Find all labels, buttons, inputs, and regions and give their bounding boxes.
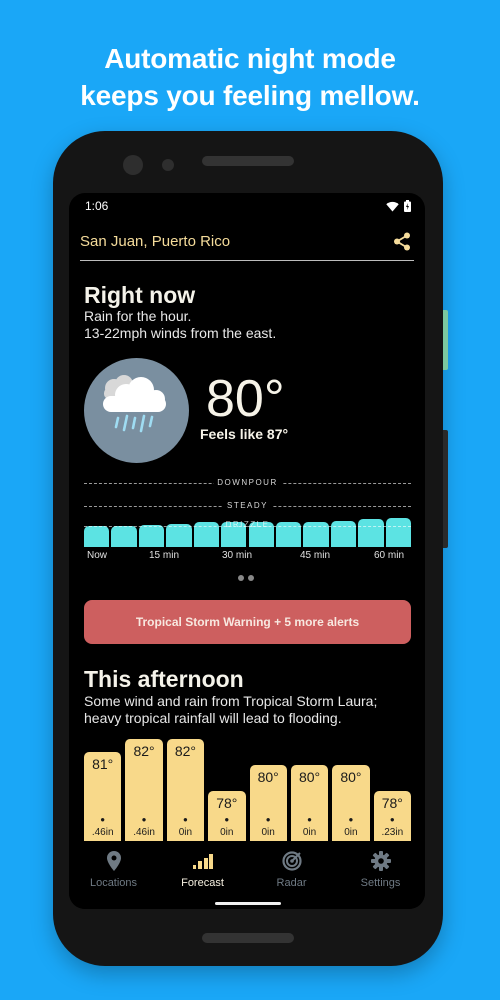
x-tick-30min: 30 min [222, 550, 253, 561]
hourly-temp: 82° [174, 743, 197, 759]
hourly-column[interactable]: 80° ● 0in [290, 765, 329, 841]
precipitation-chart: DOWNPOUR STEADY DRIZZLE Now 15 min 30 mi… [84, 475, 411, 585]
precip-bar [385, 518, 411, 547]
page-dot-1[interactable] [238, 575, 244, 581]
hourly-column[interactable]: 78° ● 0in [208, 791, 246, 841]
status-bar: 1:06 [85, 199, 411, 215]
nav-forecast-label: Forecast [181, 877, 224, 889]
location-name[interactable]: San Juan, Puerto Rico [80, 233, 230, 250]
gear-icon [370, 850, 391, 874]
hourly-column[interactable]: 81° ● .46in [84, 752, 122, 841]
hourly-precip: 0in [261, 827, 275, 838]
hourly-temp: 82° [133, 743, 155, 759]
nav-settings[interactable]: Settings [336, 850, 425, 889]
hourly-temp: 81° [92, 756, 114, 772]
promo-headline-line2: keeps you feeling mellow. [80, 80, 420, 111]
nav-locations-label: Locations [89, 877, 138, 889]
rain-cloud-icon [84, 358, 189, 463]
hourly-temp: 80° [340, 769, 362, 785]
hourly-precip: 0in [178, 827, 193, 838]
hourly-temp: 80° [257, 769, 279, 785]
precip-bar [358, 519, 384, 547]
x-tick-15min: 15 min [149, 550, 180, 561]
hourly-precip: .23in [381, 827, 404, 838]
location-pin-icon [106, 850, 121, 874]
precip-bar [138, 525, 165, 547]
precip-bar [84, 526, 110, 547]
page-dot-2[interactable] [248, 575, 254, 581]
hourly-column[interactable]: 80° ● 0in [249, 765, 287, 841]
hourly-temp: 78° [216, 795, 238, 811]
raindrop-icon: ● [348, 815, 354, 824]
hourly-temp: 80° [298, 769, 321, 785]
hourly-column[interactable]: 80° ● 0in [332, 765, 370, 841]
precip-bar [111, 525, 137, 547]
bottom-nav: Locations Forecast Radar Settings [69, 843, 425, 909]
current-temperature: 80° [206, 370, 285, 428]
precip-bar [166, 524, 192, 547]
nav-radar[interactable]: Radar [247, 850, 336, 889]
phone-volume-button [443, 430, 448, 548]
page-indicator [238, 575, 254, 581]
hourly-precip: .46in [133, 827, 155, 838]
nav-settings-label: Settings [360, 877, 401, 889]
x-tick-45min: 45 min [300, 550, 331, 561]
raindrop-icon: ● [265, 815, 271, 824]
hourly-precip: 0in [344, 827, 358, 838]
promo-headline: Automatic night mode keeps you feeling m… [0, 40, 500, 114]
share-icon[interactable] [393, 232, 411, 256]
hourly-column[interactable]: 82° ● .46in [125, 739, 163, 841]
drizzle-label: DRIZZLE [225, 520, 270, 529]
raindrop-icon: ● [389, 815, 395, 824]
hourly-precip: 0in [220, 827, 234, 838]
hourly-temp: 78° [381, 795, 403, 811]
right-now-title: Right now [84, 282, 196, 308]
afternoon-summary: Some wind and rain from Tropical Storm L… [84, 693, 378, 726]
proximity-sensor [162, 159, 174, 171]
x-tick-now: Now [87, 550, 108, 561]
raindrop-icon: ● [100, 815, 106, 824]
front-camera [123, 155, 143, 175]
right-now-summary: Rain for the hour. 13-22mph winds from t… [84, 308, 276, 342]
wifi-icon [386, 201, 399, 215]
afternoon-title: This afternoon [84, 666, 244, 692]
raindrop-icon: ● [224, 815, 230, 824]
hourly-column[interactable]: 82° ● 0in [166, 739, 205, 841]
phone-power-button [443, 310, 448, 370]
hourly-precip: .46in [91, 827, 114, 838]
raindrop-icon: ● [183, 815, 188, 824]
precip-bar [330, 520, 357, 547]
radar-icon [281, 850, 302, 874]
location-bar: San Juan, Puerto Rico [80, 230, 414, 261]
nav-radar-label: Radar [276, 877, 307, 889]
hourly-column[interactable]: 78° ● .23in [373, 791, 411, 841]
x-tick-60min: 60 min [374, 550, 405, 561]
hourly-forecast: 81° ● .46in 82° ● .46in 82° ● 0in 78° ● 0in 80° ● 0in 8… [84, 736, 411, 841]
bar-chart-icon [192, 853, 213, 872]
right-now-summary-line2: 13-22mph winds from the east. [84, 325, 277, 341]
precipitation-bars [84, 475, 411, 547]
promo-headline-line1: Automatic night mode [104, 43, 396, 74]
status-time: 1:06 [85, 199, 109, 213]
home-indicator[interactable] [215, 902, 281, 905]
battery-charging-icon [404, 200, 411, 215]
bottom-speaker [202, 933, 294, 943]
earpiece-speaker [202, 156, 294, 166]
hourly-precip: 0in [302, 827, 317, 838]
app-screen: 1:06 San Juan, Puerto Rico Right now Rai… [69, 193, 425, 909]
nav-forecast[interactable]: Forecast [158, 851, 247, 889]
feels-like: Feels like 87° [200, 426, 289, 442]
weather-alert-button[interactable]: Tropical Storm Warning + 5 more alerts [84, 600, 411, 644]
right-now-summary-line1: Rain for the hour. [84, 308, 192, 324]
nav-locations[interactable]: Locations [69, 850, 158, 889]
raindrop-icon: ● [307, 815, 312, 824]
raindrop-icon: ● [141, 815, 147, 824]
